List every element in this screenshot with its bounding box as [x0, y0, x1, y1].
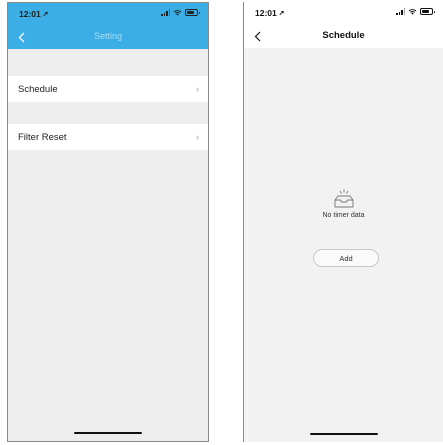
wifi-icon	[173, 10, 182, 16]
empty-inbox-icon	[334, 189, 353, 208]
signal-icon	[396, 8, 405, 15]
home-indicator[interactable]	[309, 432, 378, 435]
add-button[interactable]: Add	[313, 249, 379, 267]
location-arrow-icon: ➚	[278, 10, 285, 17]
status-time: 12:01 ➚	[255, 8, 285, 18]
setting-screen: 12:01 ➚ Setting Schedule › Filter Reset …	[7, 2, 209, 442]
chevron-right-icon: ›	[196, 84, 199, 94]
status-time-text: 12:01	[255, 8, 277, 18]
menu-item-schedule[interactable]: Schedule ›	[8, 76, 208, 102]
page-title: Schedule	[322, 30, 365, 41]
empty-state: No timer data	[244, 187, 443, 219]
battery-icon	[185, 9, 200, 16]
menu-item-label: Filter Reset	[18, 131, 67, 143]
status-time-text: 12:01	[19, 9, 41, 19]
location-arrow-icon: ➚	[42, 11, 49, 18]
signal-icon	[161, 9, 170, 16]
wifi-icon	[408, 9, 417, 15]
system-icons	[396, 8, 435, 15]
status-bar: 12:01 ➚	[244, 2, 443, 24]
menu-item-filter-reset[interactable]: Filter Reset ›	[8, 124, 208, 150]
nav-bar: Schedule	[244, 24, 443, 48]
nav-bar: Setting	[8, 25, 208, 49]
chevron-right-icon: ›	[196, 132, 199, 142]
status-bar: 12:01 ➚	[8, 3, 208, 25]
empty-state-text: No timer data	[322, 212, 365, 219]
system-icons	[161, 9, 200, 16]
status-time: 12:01 ➚	[19, 9, 49, 19]
menu-item-label: Schedule	[18, 83, 58, 95]
battery-icon	[420, 8, 435, 15]
page-title: Setting	[93, 31, 123, 41]
schedule-screen: 12:01 ➚ Schedule No timer data Add	[243, 2, 443, 442]
home-indicator[interactable]	[74, 431, 142, 434]
